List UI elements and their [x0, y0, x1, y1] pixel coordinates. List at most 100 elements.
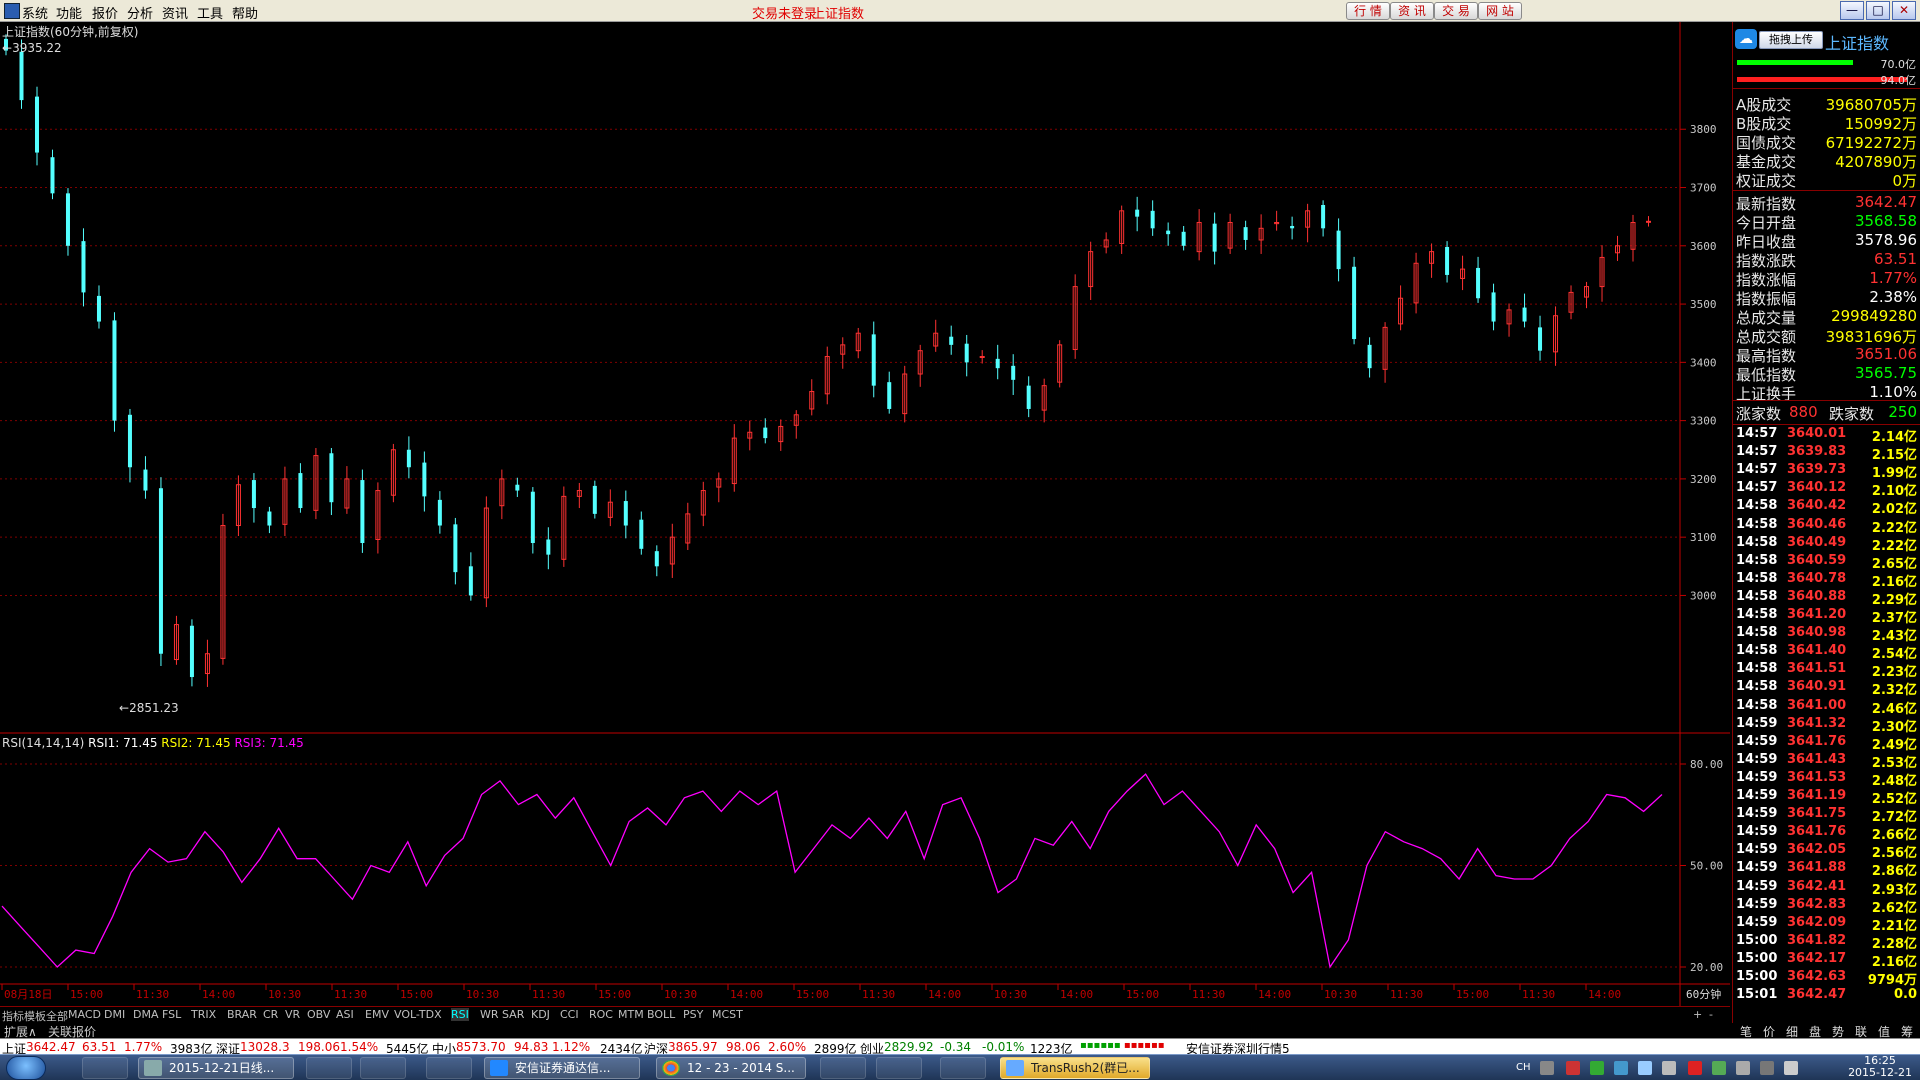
- sh-change: 63.51: [82, 1040, 117, 1054]
- task-chrome[interactable]: 12 - 23 - 2014 S...: [656, 1057, 806, 1079]
- menu-system[interactable]: 系统: [22, 3, 48, 22]
- tray-shield-icon[interactable]: [1688, 1061, 1702, 1075]
- menu-quote[interactable]: 报价: [92, 3, 118, 22]
- indicator-tab[interactable]: BOLL: [647, 1008, 675, 1021]
- tray-update-icon[interactable]: [1712, 1061, 1726, 1075]
- tray-cloud-icon[interactable]: [1614, 1061, 1628, 1075]
- time-label: 11:30: [862, 988, 895, 1001]
- indicator-tab[interactable]: CCI: [560, 1008, 579, 1021]
- website-button[interactable]: 网 站: [1478, 2, 1522, 20]
- tray-volume-icon[interactable]: [1784, 1061, 1798, 1075]
- indicator-tab[interactable]: DMA: [133, 1008, 159, 1021]
- tick-price: 3640.01: [1787, 426, 1847, 441]
- language-indicator[interactable]: CH: [1516, 1062, 1531, 1073]
- indicator-tab[interactable]: SAR: [502, 1008, 524, 1021]
- tray-power-icon[interactable]: [1760, 1061, 1774, 1075]
- clock[interactable]: 16:25 2015-12-21: [1848, 1055, 1912, 1079]
- app-sogou-icon[interactable]: [82, 1057, 128, 1079]
- task-tdx[interactable]: 安信证券通达信...: [484, 1057, 640, 1079]
- menu-tools[interactable]: 工具: [197, 3, 223, 22]
- stat-label: 指数涨幅: [1736, 271, 1797, 289]
- maximize-button[interactable]: □: [1866, 1, 1890, 20]
- tray-qq-icon[interactable]: [1590, 1061, 1604, 1075]
- indicator-tab[interactable]: 模板: [24, 1008, 46, 1024]
- indicator-tab[interactable]: DMI: [104, 1008, 125, 1021]
- tick-price: 3640.42: [1787, 498, 1847, 514]
- minimize-button[interactable]: —: [1840, 1, 1864, 20]
- quote-button[interactable]: 行 情: [1346, 2, 1390, 20]
- candle-body-down: [1181, 231, 1186, 246]
- indicator-tab[interactable]: OBV: [307, 1008, 330, 1021]
- candle-body-down: [515, 484, 520, 491]
- indicator-tab[interactable]: MACD: [68, 1008, 101, 1021]
- tray-sound-icon[interactable]: [1662, 1061, 1676, 1075]
- app-cloud-icon[interactable]: [360, 1057, 406, 1079]
- indicator-tab[interactable]: FSL: [162, 1008, 181, 1021]
- zoom-in-button[interactable]: +: [1693, 1008, 1702, 1021]
- app-folder-icon[interactable]: [426, 1057, 472, 1079]
- tick-volume: 2.16亿: [1871, 954, 1917, 970]
- tick-price: 3640.12: [1787, 480, 1847, 496]
- indicator-tab[interactable]: VR: [285, 1008, 300, 1021]
- menu-info[interactable]: 资讯: [162, 3, 188, 22]
- tray-network-icon[interactable]: [1638, 1061, 1652, 1075]
- indicator-tab[interactable]: RSI: [451, 1008, 469, 1021]
- indicator-tab[interactable]: VOL-TDX: [394, 1008, 442, 1021]
- price-tick-label: 3800: [1690, 123, 1717, 136]
- tick-volume: 2.28亿: [1871, 936, 1917, 952]
- time-label: 10:30: [1324, 988, 1357, 1001]
- tray-app-icon[interactable]: [1566, 1061, 1580, 1075]
- menu-analysis[interactable]: 分析: [127, 3, 153, 22]
- tick-price: 3641.19: [1787, 788, 1847, 803]
- start-button[interactable]: [6, 1056, 46, 1080]
- tick-volume: 2.30亿: [1871, 719, 1917, 735]
- tick-row: 14:58 3641.51 2.23亿: [1733, 661, 1920, 680]
- rsi-title: RSI(14,14,14): [2, 736, 85, 750]
- menu-help[interactable]: 帮助: [232, 3, 258, 22]
- indicator-tab[interactable]: PSY: [683, 1008, 703, 1021]
- indicator-tab[interactable]: TRIX: [191, 1008, 216, 1021]
- turnover-label: 权证成交: [1736, 172, 1797, 190]
- price-tick-label: 3200: [1690, 473, 1717, 486]
- upload-button[interactable]: 拖拽上传: [1759, 31, 1823, 49]
- indicator-tab[interactable]: CR: [263, 1008, 278, 1021]
- info-button[interactable]: 资 讯: [1390, 2, 1434, 20]
- indicator-tab[interactable]: WR: [480, 1008, 499, 1021]
- task-chart[interactable]: 2015-12-21日线...: [138, 1057, 294, 1079]
- word-icon[interactable]: [876, 1057, 922, 1079]
- tray-keyboard-icon[interactable]: [1540, 1061, 1554, 1075]
- zoom-out-button[interactable]: -: [1709, 1008, 1713, 1021]
- trade-button[interactable]: 交 易: [1434, 2, 1478, 20]
- turnover-value: 39680705万: [1825, 96, 1917, 114]
- tick-time: 15:00: [1736, 969, 1778, 984]
- indicator-tab[interactable]: EMV: [365, 1008, 389, 1021]
- task-transrush[interactable]: TransRush2(群已...: [1000, 1057, 1150, 1079]
- menu-function[interactable]: 功能: [56, 3, 82, 22]
- indicator-tab[interactable]: MTM: [618, 1008, 644, 1021]
- menu-bar: 系统 功能 报价 分析 资讯 工具 帮助 交易未登录 上证指数 行 情 资 讯 …: [0, 0, 1920, 22]
- tick-price: 3641.32: [1787, 715, 1847, 731]
- indicator-tab[interactable]: BRAR: [227, 1008, 257, 1021]
- indicator-tab[interactable]: KDJ: [531, 1008, 550, 1021]
- indicator-tab[interactable]: MCST: [712, 1008, 743, 1021]
- time-label: 11:30: [136, 988, 169, 1001]
- indicator-tab[interactable]: 指标: [2, 1008, 24, 1024]
- tick-price: 3640.46: [1787, 516, 1847, 532]
- indicator-tab[interactable]: ASI: [336, 1008, 354, 1021]
- kline-chart[interactable]: 3800 3700 3600 3500 3400 3300 3200 3100 3000 80.0…: [0, 22, 1730, 1006]
- cloud-icon[interactable]: ☁: [1735, 29, 1757, 49]
- app-window-icon[interactable]: [306, 1057, 352, 1079]
- indicator-tab[interactable]: 全部: [46, 1008, 68, 1024]
- tray-display-icon[interactable]: [1736, 1061, 1750, 1075]
- chart-svg[interactable]: 3800 3700 3600 3500 3400 3300 3200 3100 3000 80.0…: [0, 22, 1730, 1006]
- tick-row: 14:59 3641.88 2.86亿: [1733, 860, 1920, 879]
- panel-index-name: 上证指数: [1825, 34, 1890, 53]
- candle-body-down: [19, 51, 24, 101]
- app-green-icon[interactable]: [940, 1057, 986, 1079]
- close-button[interactable]: ✕: [1892, 1, 1916, 20]
- indicator-tab[interactable]: ROC: [589, 1008, 613, 1021]
- ie-icon[interactable]: [820, 1057, 866, 1079]
- trade-status: 交易未登录: [752, 7, 818, 22]
- candle-body-down: [81, 241, 86, 293]
- low-label: ←2851.23: [119, 701, 179, 715]
